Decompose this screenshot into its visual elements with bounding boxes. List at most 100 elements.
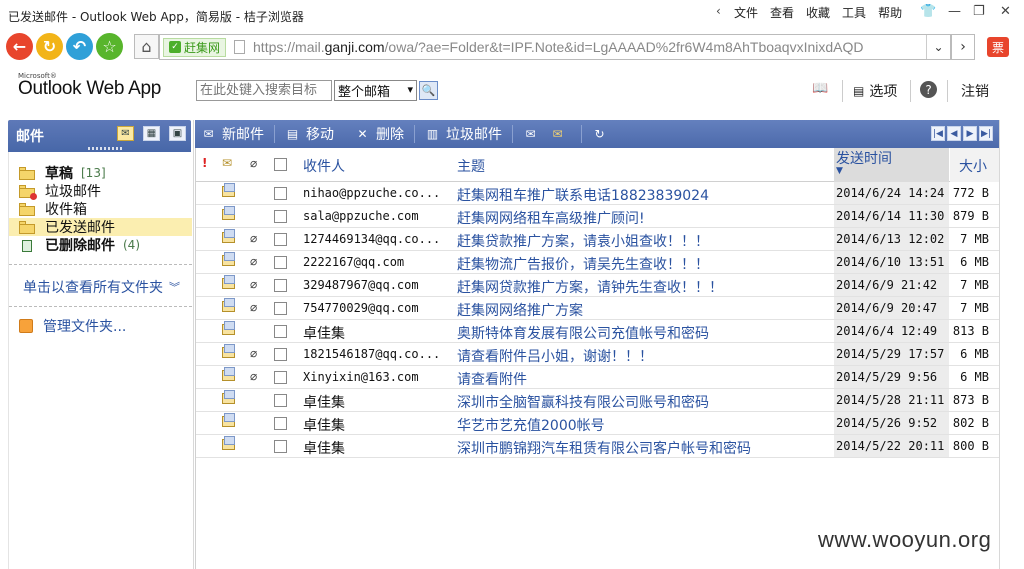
sent-folder-icon: [19, 220, 35, 234]
subject-link[interactable]: 赶集网网络推广方案: [457, 300, 583, 320]
column-sent[interactable]: 发送时间: [836, 148, 892, 168]
divider: [947, 80, 948, 102]
table-row[interactable]: ⌀ 329487967@qq.com 赶集网贷款推广方案，请钟先生查收！！！ 2014…: [195, 274, 999, 297]
folder-inbox[interactable]: 收件箱: [9, 200, 192, 218]
subject-link[interactable]: 奥斯特体育发展有限公司充值帐号和密码: [457, 323, 709, 343]
owa-logo: Microsoft® Outlook Web App: [18, 72, 162, 99]
row-checkbox[interactable]: [274, 302, 287, 315]
chevron-down-icon: ▾: [407, 83, 413, 96]
next-page-icon[interactable]: ▶: [963, 126, 977, 141]
last-page-icon[interactable]: ▶|: [979, 126, 993, 141]
row-checkbox[interactable]: [274, 394, 287, 407]
home-button[interactable]: ⌂: [134, 34, 159, 59]
address-book-button[interactable]: 📖: [812, 81, 828, 96]
undo-close-button[interactable]: ↶: [66, 33, 93, 60]
folder-sent[interactable]: 已发送邮件: [9, 218, 192, 236]
table-row[interactable]: ⌀ 1821546187@qq.co... 请查看附件吕小姐，谢谢！！！ 2014/5…: [195, 343, 999, 366]
column-subject[interactable]: 主题: [457, 156, 485, 176]
resize-grip[interactable]: [88, 147, 124, 150]
calendar-view-icon[interactable]: ▦: [143, 126, 160, 141]
close-icon[interactable]: ✕: [1000, 4, 1011, 19]
table-row[interactable]: 卓佳集 奥斯特体育发展有限公司充值帐号和密码 2014/6/4 12:49 813 B: [195, 320, 999, 343]
menu-help[interactable]: 帮助: [878, 4, 902, 21]
folder-drafts[interactable]: 草稿 [13]: [9, 164, 192, 182]
row-checkbox[interactable]: [274, 325, 287, 338]
mark-read-button[interactable]: ✉: [523, 120, 544, 148]
contacts-view-icon[interactable]: ▣: [169, 126, 186, 141]
subject-link[interactable]: 赶集网租车推广联系电话18823839024: [457, 185, 709, 205]
signout-link[interactable]: 注销: [961, 81, 989, 101]
table-row[interactable]: ⌀ 1274469134@qq.co... 赶集贷款推广方案，请袁小姐查收！！！ 20…: [195, 228, 999, 251]
menu-view[interactable]: 查看: [770, 4, 794, 21]
message-size: 879 B: [952, 209, 989, 223]
subject-link[interactable]: 请查看附件: [457, 369, 527, 389]
row-checkbox[interactable]: [274, 256, 287, 269]
table-row[interactable]: ⌀ 754770029@qq.com 赶集网网络推广方案 2014/6/9 20:47…: [195, 297, 999, 320]
menu-file[interactable]: 文件: [734, 4, 758, 21]
column-to[interactable]: 收件人: [303, 156, 345, 176]
move-button[interactable]: ▤ 移动: [285, 120, 334, 148]
manage-folders-link[interactable]: 管理文件夹...: [19, 316, 126, 336]
row-checkbox[interactable]: [274, 279, 287, 292]
row-checkbox[interactable]: [274, 233, 287, 246]
minimize-icon[interactable]: —: [948, 4, 961, 19]
favorite-star-button[interactable]: ☆: [96, 33, 123, 60]
subject-link[interactable]: 赶集贷款推广方案，请袁小姐查收！！！: [457, 231, 709, 251]
row-checkbox[interactable]: [274, 417, 287, 430]
row-checkbox[interactable]: [274, 371, 287, 384]
address-dropdown-icon[interactable]: ⌄: [926, 35, 950, 59]
paperclip-icon: ⌀: [250, 231, 258, 245]
help-button[interactable]: ?: [920, 81, 937, 98]
url-text[interactable]: https://mail.ganji.com/owa/?ae=Folder&t=…: [253, 39, 863, 55]
subject-link[interactable]: 赶集网贷款推广方案，请钟先生查收！！！: [457, 277, 723, 297]
ticket-button[interactable]: 票: [987, 37, 1009, 57]
attachment-column-icon[interactable]: ⌀: [250, 156, 257, 170]
sent-date: 2014/5/26 9:52: [836, 416, 938, 430]
search-scope-select[interactable]: 整个邮箱 ▾: [334, 80, 417, 101]
table-row[interactable]: sala@ppzuche.com 赶集网网络租车高级推广顾问! 2014/6/14 …: [195, 205, 999, 228]
address-bar[interactable]: ✓ 赶集网 https://mail.ganji.com/owa/?ae=Fol…: [159, 34, 951, 60]
mail-view-icon[interactable]: ✉: [117, 126, 134, 141]
row-checkbox[interactable]: [274, 210, 287, 223]
table-row[interactable]: nihao@ppzuche.co... 赶集网租车推广联系电话1882383902…: [195, 182, 999, 205]
folder-deleted[interactable]: 已删除邮件 (4): [9, 236, 192, 254]
row-checkbox[interactable]: [274, 187, 287, 200]
table-row[interactable]: 卓佳集 深圳市全脑智赢科技有限公司账号和密码 2014/5/28 21:11 873 …: [195, 389, 999, 412]
subject-link[interactable]: 赶集物流广告报价，请吴先生查收！！！: [457, 254, 709, 274]
table-row[interactable]: 卓佳集 深圳市鹏锦翔汽车租赁有限公司客户帐号和密码 2014/5/22 20:11 8…: [195, 435, 999, 458]
subject-link[interactable]: 深圳市鹏锦翔汽车租赁有限公司客户帐号和密码: [457, 438, 751, 458]
folder-junk[interactable]: 垃圾邮件: [9, 182, 192, 200]
select-all-checkbox[interactable]: [274, 158, 287, 171]
shirt-icon[interactable]: 👕: [920, 4, 936, 19]
table-row[interactable]: ⌀ Xinyixin@163.com 请查看附件 2014/5/29 9:56 6 MB: [195, 366, 999, 389]
restore-icon[interactable]: ❐: [973, 4, 985, 19]
forward-button[interactable]: ›: [951, 34, 975, 60]
search-button[interactable]: 🔍: [419, 81, 438, 100]
mark-unread-button[interactable]: ✉: [550, 120, 571, 148]
subject-link[interactable]: 深圳市全脑智赢科技有限公司账号和密码: [457, 392, 709, 412]
row-checkbox[interactable]: [274, 440, 287, 453]
table-row[interactable]: 卓佳集 华艺市艺充值2000帐号 2014/5/26 9:52 802 B: [195, 412, 999, 435]
table-row[interactable]: ⌀ 2222167@qq.com 赶集物流广告报价，请吴先生查收！！！ 2014/6/…: [195, 251, 999, 274]
menu-favorites[interactable]: 收藏: [806, 4, 830, 21]
refresh-button[interactable]: ↻: [36, 33, 63, 60]
subject-link[interactable]: 赶集网网络租车高级推广顾问!: [457, 208, 645, 228]
read-status-column-icon[interactable]: ✉: [222, 156, 232, 170]
new-message-button[interactable]: ✉ 新邮件: [201, 120, 264, 148]
options-link[interactable]: ▤ 选项: [853, 81, 897, 101]
search-input[interactable]: [196, 80, 332, 101]
importance-column-icon[interactable]: !: [202, 156, 207, 170]
back-button[interactable]: ←: [6, 33, 33, 60]
prev-page-icon[interactable]: ◀: [947, 126, 961, 141]
delete-button[interactable]: ✕ 删除: [355, 120, 404, 148]
column-size[interactable]: 大小: [959, 156, 987, 176]
first-page-icon[interactable]: |◀: [931, 126, 945, 141]
subject-link[interactable]: 请查看附件吕小姐，谢谢！！！: [457, 346, 653, 366]
menu-tools[interactable]: 工具: [842, 4, 866, 21]
show-all-folders-link[interactable]: 单击以查看所有文件夹 ︾: [23, 277, 180, 297]
subject-link[interactable]: 华艺市艺充值2000帐号: [457, 415, 605, 435]
back-chevron-icon[interactable]: ‹: [716, 4, 721, 18]
row-checkbox[interactable]: [274, 348, 287, 361]
junk-button[interactable]: ▥ 垃圾邮件: [425, 120, 502, 148]
check-messages-button[interactable]: ↻: [592, 120, 613, 148]
